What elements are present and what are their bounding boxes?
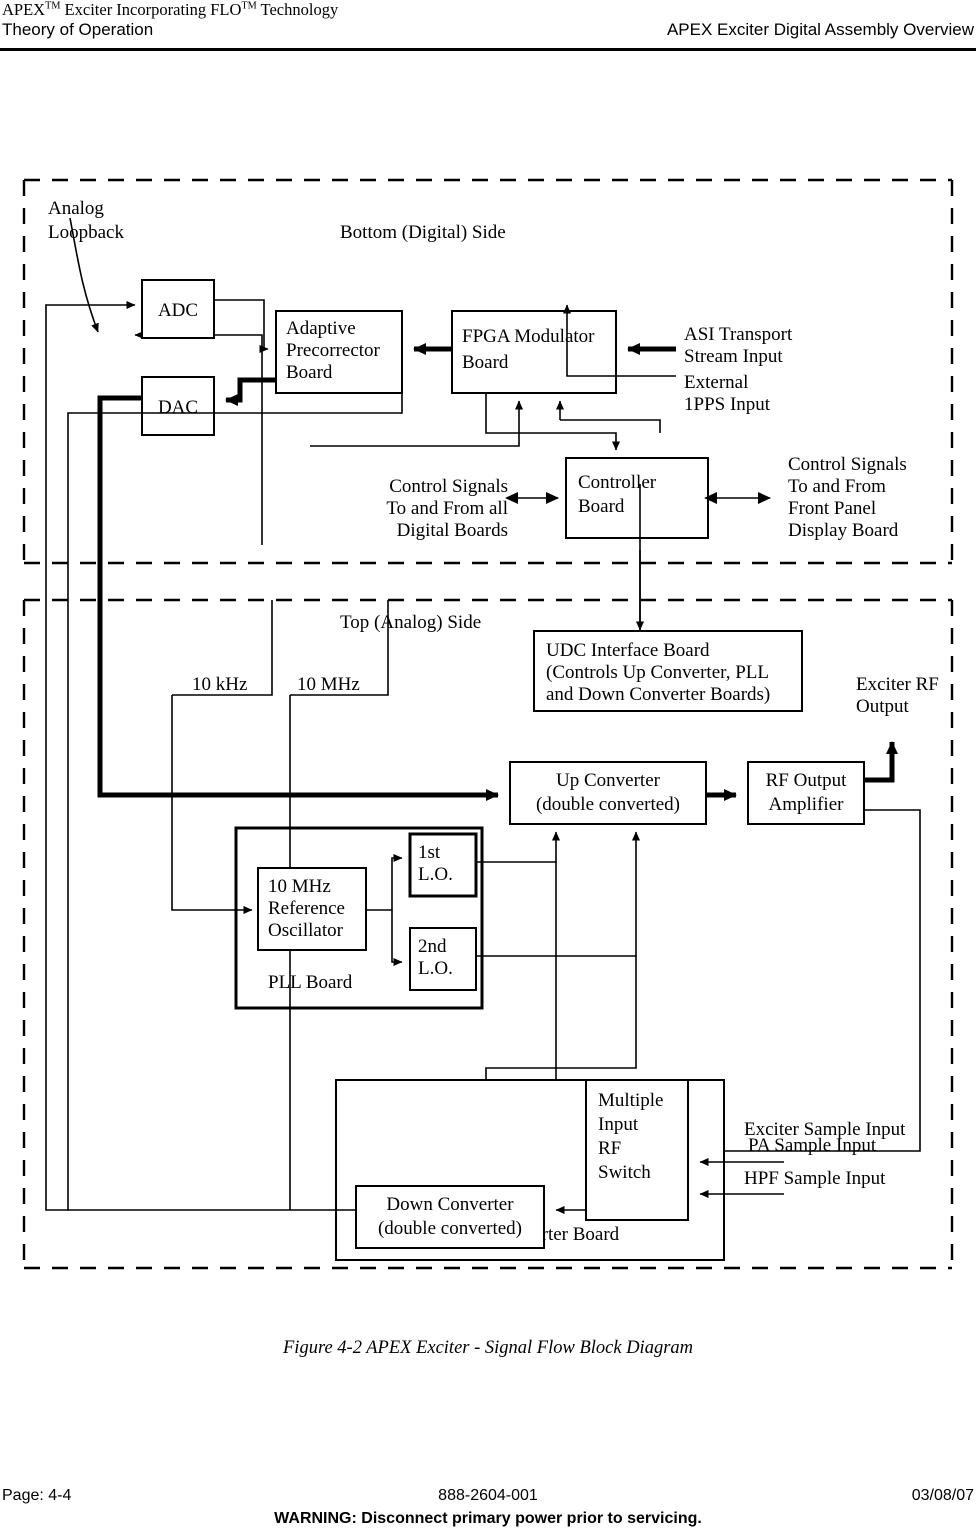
oscillator-to-second-lo — [391, 910, 403, 966]
oscillator-to-lo-bus — [366, 854, 403, 911]
exciter-rf-output-label: Output — [856, 696, 910, 717]
down-converter-label: Down Converter — [386, 1194, 514, 1215]
udc-interface-label: and Down Converter Boards) — [546, 684, 770, 705]
down-converter-left-stub — [45, 1160, 68, 1211]
rf-switch-label: Input — [598, 1114, 639, 1135]
header-left-subtitle: Theory of Operation — [2, 20, 154, 39]
up-converter-label: Up Converter — [556, 770, 661, 791]
ten-mhz-label: 10 MHz — [297, 674, 360, 695]
external-1pps-label: External — [684, 372, 748, 393]
rf-switch-label: RF — [598, 1138, 621, 1159]
hpf-sample-input-label: HPF Sample Input — [744, 1168, 886, 1189]
analog-loopback-label: Analog — [48, 198, 104, 219]
dac-to-up-converter-wire — [97, 395, 499, 801]
header-title: APEXTM Exciter Incorporating FLOTM Techn… — [2, 0, 339, 19]
first-lo-label: 1st — [418, 842, 441, 863]
footer-part-number: 888-2604-001 — [438, 1487, 538, 1504]
asi-transport-label: ASI Transport — [684, 324, 793, 345]
adaptive-precorrector-label: Board — [286, 362, 333, 383]
ctrl-digital-boards-label: Digital Boards — [397, 520, 508, 541]
ctrl-digital-boards-label: To and From all — [386, 498, 508, 519]
reference-oscillator-label: 10 MHz — [268, 876, 331, 897]
figure-caption: Figure 4-2 APEX Exciter - Signal Flow Bl… — [283, 1338, 693, 1358]
precorrector-bottom-bus-wire — [67, 393, 403, 1160]
external-1pps-label: 1PPS Input — [684, 394, 771, 415]
rf-output-amplifier-label: Amplifier — [769, 794, 845, 815]
ctrl-digital-boards-label: Control Signals — [389, 476, 508, 497]
first-lo-label: L.O. — [418, 864, 453, 885]
analog-loopback-label: Loopback — [48, 222, 124, 243]
bottom-digital-side-label: Bottom (Digital) Side — [340, 222, 506, 243]
rf-output-amplifier-label: RF Output — [766, 770, 847, 791]
reference-oscillator-label: Oscillator — [268, 920, 344, 941]
rf-switch-label: Multiple — [598, 1090, 663, 1111]
ctrl-front-panel-label: Front Panel — [788, 498, 876, 519]
pll-board-label: PLL Board — [268, 972, 353, 993]
down-converter-label: (double converted) — [378, 1218, 522, 1239]
up-converter-label: (double converted) — [536, 794, 680, 815]
exciter-rf-output-label: Exciter RF — [856, 674, 939, 695]
controller-label: Controller — [578, 472, 657, 493]
dac-to-adc-wire — [134, 331, 263, 545]
ten-khz-wire — [171, 695, 253, 914]
fpga-modulator-label: FPGA Modulator — [462, 326, 595, 347]
asi-transport-label: Stream Input — [684, 346, 783, 367]
document-page: APEXTM Exciter Incorporating FLOTM Techn… — [0, 0, 976, 1537]
precorrector-to-dac-wire — [225, 377, 276, 406]
exciter-sample-input-wire — [699, 809, 921, 1155]
ctrl-front-panel-label: To and From — [788, 476, 886, 497]
signal-flow-block-diagram: ADC DAC Adaptive Precorrector Board FPGA… — [0, 150, 976, 1290]
controller-to-fpga-wire-a — [310, 400, 523, 447]
ctrl-front-panel-label: Display Board — [788, 520, 899, 541]
reference-oscillator-label: Reference — [268, 898, 345, 919]
pa-sample-input-label: PA Sample Input — [748, 1135, 877, 1156]
controller-label: Board — [578, 496, 625, 517]
controller-bus-segment — [560, 419, 661, 433]
footer-warning: WARNING: Disconnect primary power prior … — [274, 1510, 702, 1527]
udc-interface-label: (Controls Up Converter, PLL — [546, 662, 769, 683]
fpga-modulator-label: Board — [462, 352, 509, 373]
exciter-rf-output-wire — [864, 741, 898, 783]
adc-label: ADC — [158, 300, 198, 321]
first-lo-to-up-converter-wire — [476, 831, 560, 863]
footer-date: 03/08/07 — [911, 1487, 974, 1504]
adaptive-precorrector-label: Adaptive — [286, 318, 356, 339]
header-divider — [0, 48, 976, 51]
second-lo-label: L.O. — [418, 958, 453, 979]
top-analog-side-label: Top (Analog) Side — [340, 612, 481, 633]
adc-to-precorrector-wire — [214, 299, 269, 353]
down-converter-output-wire — [67, 1160, 356, 1211]
header-right-subtitle: APEX Exciter Digital Assembly Overview — [666, 20, 974, 39]
ctrl-front-panel-label: Control Signals — [788, 454, 907, 475]
rf-sample-feedback-wire — [45, 301, 136, 1160]
rf-switch-label: Switch — [598, 1162, 651, 1183]
second-lo-label: 2nd — [418, 936, 447, 957]
dac-label: DAC — [158, 397, 198, 418]
adaptive-precorrector-label: Precorrector — [286, 340, 381, 361]
fpga-to-controller-bus-wire — [485, 393, 620, 451]
udc-interface-label: UDC Interface Board — [546, 640, 710, 661]
ten-khz-label: 10 kHz — [192, 674, 247, 695]
